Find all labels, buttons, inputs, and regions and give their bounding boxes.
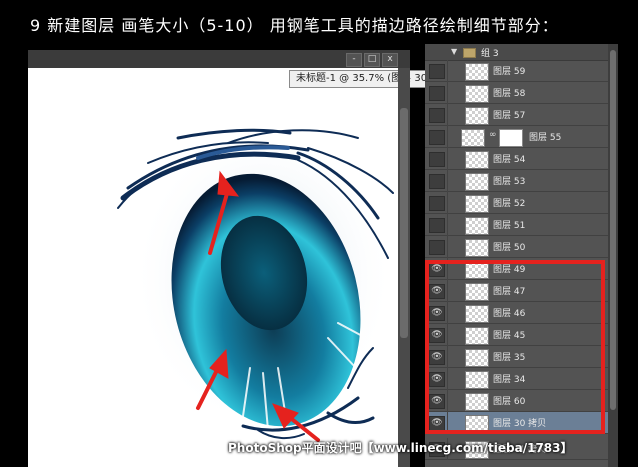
visibility-toggle[interactable]: [429, 174, 445, 189]
layers-scrollbar[interactable]: [608, 44, 618, 467]
visibility-toggle[interactable]: [429, 196, 445, 211]
visibility-toggle[interactable]: [429, 108, 445, 123]
divider: [447, 236, 448, 258]
divider: [447, 126, 448, 148]
layer-thumbnail: [461, 129, 485, 147]
layer-thumbnail: [465, 173, 489, 191]
collapse-arrow-icon[interactable]: ▼: [451, 47, 457, 56]
layer-thumbnail: [465, 151, 489, 169]
layer-row[interactable]: 图层 54: [425, 148, 608, 170]
visibility-toggle[interactable]: [429, 218, 445, 233]
layer-name: 图层 59: [493, 67, 526, 77]
layer-name: 图层 52: [493, 199, 526, 209]
divider: [447, 192, 448, 214]
visibility-toggle[interactable]: [429, 240, 445, 255]
layer-row[interactable]: 图层 58: [425, 82, 608, 104]
layer-row[interactable]: 图层 57: [425, 104, 608, 126]
step-heading-text: 9 新建图层 画笔大小（5-10） 用钢笔工具的描边路径绘制细节部分：: [30, 16, 559, 35]
layer-name: 图层 55: [529, 133, 562, 143]
canvas-eye-drawing[interactable]: [28, 68, 398, 467]
visibility-toggle[interactable]: [429, 130, 445, 145]
close-button[interactable]: x: [382, 53, 398, 67]
layer-name: 图层 53: [493, 177, 526, 187]
layer-row[interactable]: 图层 59: [425, 60, 608, 82]
layer-name: 图层 54: [493, 155, 526, 165]
divider: [447, 214, 448, 236]
layer-name: 图层 51: [493, 221, 526, 231]
document-titlebar[interactable]: - □ x: [28, 50, 410, 68]
divider: [447, 104, 448, 126]
folder-icon: [463, 48, 476, 58]
layer-name: 图层 57: [493, 111, 526, 121]
layer-thumbnail: [465, 195, 489, 213]
watermark-text: PhotoShop平面设计吧【www.linecg.com/tieba/1783…: [228, 441, 573, 455]
visibility-toggle[interactable]: [429, 86, 445, 101]
layer-row[interactable]: 图层 53: [425, 170, 608, 192]
document-window[interactable]: - □ x 未标题-1 @ 35.7% 30: [28, 50, 507, 467]
visibility-toggle[interactable]: [429, 152, 445, 167]
red-highlight-box: [425, 260, 605, 434]
layer-name: 图层 58: [493, 89, 526, 99]
chain-link-icon[interactable]: ∞: [489, 130, 497, 140]
layer-row[interactable]: ∞ 图层 55: [425, 126, 608, 148]
layer-group-row[interactable]: ▼ 组 3: [425, 44, 608, 61]
document-scroll-thumb[interactable]: [400, 108, 408, 338]
layer-mask-thumbnail[interactable]: [499, 129, 523, 147]
divider: [447, 82, 448, 104]
layer-thumbnail: [465, 85, 489, 103]
layer-row[interactable]: 图层 52: [425, 192, 608, 214]
maximize-button[interactable]: □: [364, 53, 380, 67]
layer-name: 图层 50: [493, 243, 526, 253]
divider: [447, 60, 448, 82]
layer-row[interactable]: 图层 51: [425, 214, 608, 236]
layer-thumbnail: [465, 107, 489, 125]
layer-thumbnail: [465, 217, 489, 235]
divider: [447, 170, 448, 192]
group-name: 组 3: [481, 49, 499, 59]
layer-thumbnail: [465, 239, 489, 257]
document-scrollbar[interactable]: [398, 68, 410, 467]
tutorial-heading: 9 新建图层 画笔大小（5-10） 用钢笔工具的描边路径绘制细节部分：: [0, 0, 638, 42]
minimize-button[interactable]: -: [346, 53, 362, 67]
layer-row[interactable]: 图层 50: [425, 236, 608, 258]
visibility-toggle[interactable]: [429, 64, 445, 79]
layer-thumbnail: [465, 63, 489, 81]
layers-scroll-thumb[interactable]: [610, 50, 616, 410]
divider: [447, 148, 448, 170]
